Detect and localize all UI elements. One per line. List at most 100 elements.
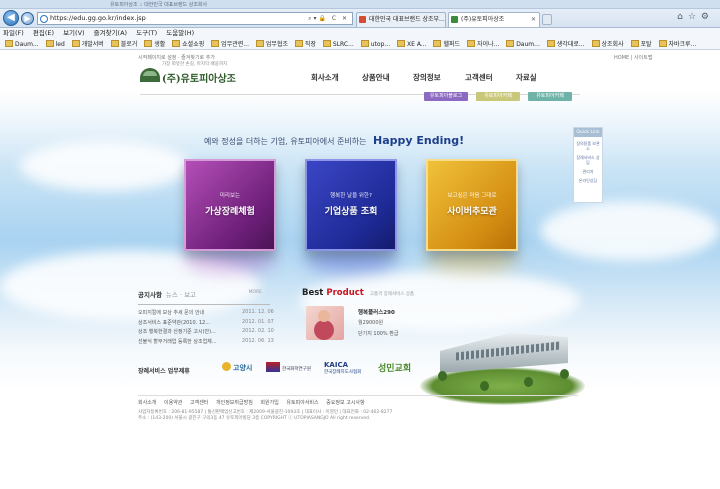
nav-funeral-info[interactable]: 장의정보: [413, 72, 441, 83]
notice-title[interactable]: 공지사항: [138, 291, 162, 299]
favorite-item[interactable]: 포탈: [631, 39, 652, 49]
browser-tool-icons[interactable]: ⌂☆⚙: [677, 12, 714, 22]
address-bar[interactable]: https://edu.gg.go.kr/index.jsp ⌕▾🔒 C ✕: [37, 12, 353, 25]
back-button[interactable]: ◀: [3, 10, 19, 26]
favorite-item[interactable]: 자이나...: [467, 39, 499, 49]
ie-icon: [40, 15, 48, 23]
product-photo[interactable]: [306, 306, 344, 340]
window-title: 유토피아상조 :: 대한민국 대표브랜드 상조회사: [110, 2, 208, 8]
tab-1[interactable]: 대한민국 대표브랜드 상조부...: [356, 12, 446, 27]
seongmin-church-logo[interactable]: 성민교회: [378, 362, 411, 380]
tree: [480, 381, 489, 391]
quick-link-item[interactable]: 장의용품 보관소: [575, 141, 601, 151]
kaica-name: KAICA: [324, 361, 349, 369]
favorite-item[interactable]: 생각대로...: [547, 39, 585, 49]
tree: [560, 369, 569, 379]
favorite-item[interactable]: Daum...: [5, 39, 39, 49]
main-tagline: 예와 정성을 더하는 기업, 유토피아에서 준비하는 Happy Ending!: [204, 134, 464, 147]
menu-bar: 파일(F) 편집(E) 보기(V) 즐겨찾기(A) 도구(T) 도움말(H): [0, 28, 720, 39]
footer-link[interactable]: 회사소개: [138, 400, 156, 406]
tree: [524, 377, 533, 387]
tab-2-active[interactable]: (주)유토피아상조 ✕: [448, 12, 540, 27]
favorite-item[interactable]: 생활: [144, 39, 165, 49]
product-name[interactable]: 행복플러스290: [358, 308, 395, 316]
notice-row-title: 상조서비스 표준약관(2010. 12...: [138, 319, 210, 326]
address-url: https://edu.gg.go.kr/index.jsp: [50, 14, 146, 22]
notice-row[interactable]: 상조서비스 표준약관(2010. 12... 2012. 01. 07: [138, 319, 274, 329]
kaica-sub: 한국장례지도사협회: [324, 370, 362, 375]
menu-help[interactable]: 도움말(H): [166, 29, 194, 37]
footer-link[interactable]: 이용약관: [164, 400, 182, 406]
home-sitemap-links[interactable]: HOME | 사이트맵: [614, 54, 652, 61]
footer-link[interactable]: 회원가입: [260, 400, 278, 406]
favorite-item[interactable]: 업무협조: [256, 39, 288, 49]
menu-tools[interactable]: 도구(T): [136, 29, 157, 37]
cyber-memorial-banner[interactable]: 보고싶은 마음 그대로 사이버추모관: [426, 159, 518, 251]
nav-archive[interactable]: 자료실: [516, 72, 537, 83]
footer-link[interactable]: 고객센터: [190, 400, 208, 406]
nav-customer-center[interactable]: 고객센터: [465, 72, 493, 83]
new-tab-button[interactable]: [542, 14, 552, 25]
notice-row[interactable]: 선불식 할부거래업 등록한 상조업체... 2012. 06. 13: [138, 338, 274, 348]
feature-sub: 미리보는: [219, 193, 241, 199]
notice-tabs[interactable]: 뉴스 · 보고: [166, 291, 196, 299]
virtual-funeral-experience-banner[interactable]: 미리보는 가상장례체험: [184, 159, 276, 251]
address-toolbar: ◀ ▶ https://edu.gg.go.kr/index.jsp ⌕▾🔒 C…: [0, 9, 720, 28]
tab-1-label: 대한민국 대표브랜드 상조부...: [369, 16, 445, 23]
best-product-subtitle: 고품격 장례서비스 상품: [369, 292, 415, 297]
footer-link[interactable]: 중요정보 고시사항: [326, 400, 364, 406]
nav-company[interactable]: 회사소개: [311, 72, 339, 83]
favorite-item[interactable]: 자바크루...: [659, 39, 697, 49]
notice-row-date: 2011. 12. 06: [242, 309, 274, 315]
close-tab-icon[interactable]: ✕: [531, 13, 536, 26]
notice-row[interactable]: 오피지컬에 보상 추세 문의 안내 2011. 12. 06: [138, 309, 274, 319]
footer-line-2: 주소 : (143-200) 서울시 광진구 구의3동 47 유토피아빌딩 3층…: [138, 416, 371, 421]
forward-button[interactable]: ▶: [21, 12, 34, 25]
favorite-item[interactable]: Daum...: [506, 39, 540, 49]
cafe-button[interactable]: 유토피아카페: [476, 92, 520, 101]
goyang-city-logo[interactable]: 고양시: [222, 362, 252, 380]
favorite-item[interactable]: 직장: [295, 39, 316, 49]
quick-link-item[interactable]: 장례서비스 상담: [575, 155, 601, 165]
favorite-item[interactable]: 헬퍼드: [433, 39, 460, 49]
favorite-item[interactable]: 블로거: [111, 39, 138, 49]
footer-link[interactable]: 개인정보취급방침: [216, 400, 253, 406]
favorite-item[interactable]: 개발서버: [72, 39, 104, 49]
krict-logo[interactable]: 한국화학연구원: [266, 362, 311, 380]
tree: [438, 371, 447, 381]
favorite-item[interactable]: 업무관련...: [211, 39, 249, 49]
tagline-korean: 예와 정성을 더하는 기업, 유토피아에서 준비하는: [204, 137, 367, 146]
corporate-product-inquiry-banner[interactable]: 행복한 날을 위한? 기업상품 조회: [305, 159, 397, 251]
favorite-item[interactable]: XE A...: [397, 39, 427, 49]
best-product-heading: Best Product 고품격 장례서비스 상품: [302, 288, 415, 298]
notice-row[interactable]: 상조 행복한결과 산정기준 고시(안)... 2012. 02. 10: [138, 328, 274, 338]
favorite-item[interactable]: led: [46, 39, 65, 49]
blog-button[interactable]: 유토피아블로그: [424, 92, 468, 101]
notice-more-link[interactable]: MORE: [249, 290, 262, 295]
favorite-item[interactable]: utop...: [361, 39, 390, 49]
address-controls[interactable]: ⌕▾🔒 C ✕: [308, 13, 349, 24]
logo-mark-icon: [140, 68, 160, 82]
favorite-item[interactable]: 쇼셜쇼핑: [172, 39, 204, 49]
favorite-item[interactable]: SLRC...: [323, 39, 354, 49]
nav-products[interactable]: 상품안내: [362, 72, 390, 83]
cafe-button-2[interactable]: 유토피아카페: [528, 92, 572, 101]
feature-title: 가상장례체험: [205, 207, 255, 217]
menu-favorites[interactable]: 즐겨찾기(A): [94, 29, 127, 37]
partners-title: 장례서비스 업무제휴: [138, 368, 190, 375]
site-logo[interactable]: 가장 따뜻한 손길, 마지막 배웅까지 (주)유토피아상조: [140, 60, 260, 92]
favorite-item[interactable]: 상조회사: [592, 39, 624, 49]
tagline-happy-ending: Happy Ending!: [373, 134, 465, 147]
quick-link-item[interactable]: 관리자: [575, 169, 601, 174]
headquarters-building-image: [420, 319, 585, 405]
menu-view[interactable]: 보기(V): [63, 29, 84, 37]
web-page: 시작페이지로 설정 · 즐겨찾기로 추가 HOME | 사이트맵 가장 따뜻한 …: [0, 51, 720, 489]
kaica-logo[interactable]: KAICA 한국장례지도사협회: [324, 362, 361, 380]
quick-link-item[interactable]: 온라인상담: [575, 178, 601, 183]
menu-file[interactable]: 파일(F): [3, 29, 24, 37]
quick-link-panel: Quick Link 장의용품 보관소 장례서비스 상담 관리자 온라인상담: [573, 127, 603, 203]
logo-slogan: 가장 따뜻한 손길, 마지막 배웅까지: [162, 62, 228, 67]
footer-link[interactable]: 유토피아서비스: [286, 400, 318, 406]
notice-divider: [138, 304, 270, 305]
menu-edit[interactable]: 편집(E): [33, 29, 54, 37]
